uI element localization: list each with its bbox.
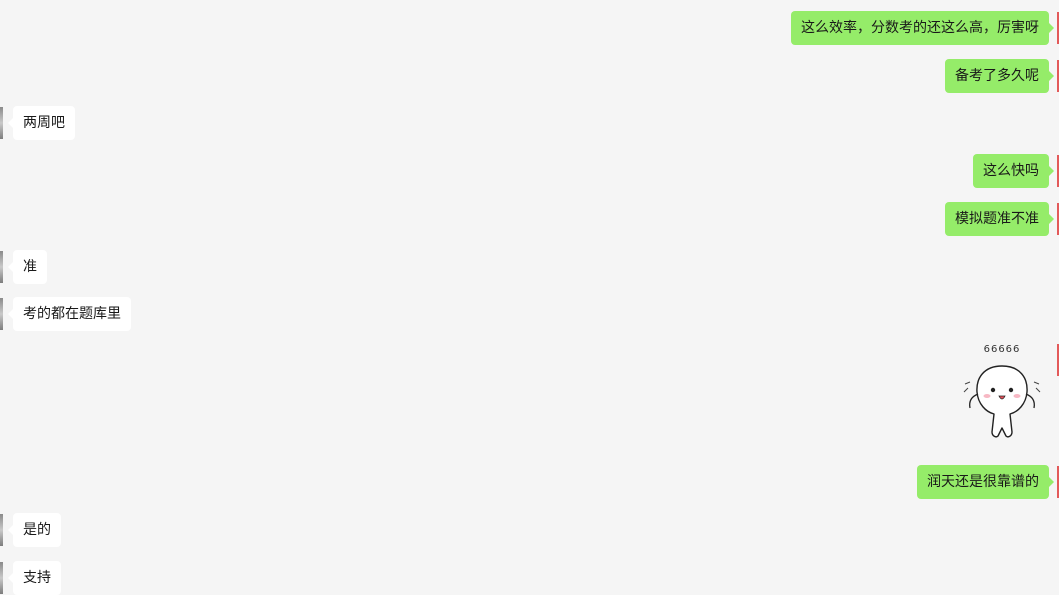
incoming-message-bubble[interactable]: 是的 [8, 513, 61, 547]
outgoing-message-row: 润天还是很靠谱的 [0, 465, 1059, 499]
contact-avatar[interactable] [0, 298, 3, 330]
cute-blob-sticker-icon [963, 365, 1041, 438]
outgoing-message-bubble[interactable]: 备考了多久呢 [945, 59, 1054, 93]
contact-avatar[interactable] [0, 514, 3, 546]
incoming-message-bubble[interactable]: 考的都在题库里 [8, 297, 131, 331]
outgoing-message-bubble[interactable]: 模拟题准不准 [945, 202, 1054, 236]
outgoing-message-bubble[interactable]: 这么快吗 [973, 154, 1054, 188]
incoming-message-bubble[interactable]: 支持 [8, 561, 61, 595]
outgoing-message-row: 模拟题准不准 [0, 202, 1059, 236]
contact-avatar[interactable] [0, 251, 3, 283]
outgoing-message-bubble[interactable]: 润天还是很靠谱的 [917, 465, 1054, 499]
outgoing-message-bubble[interactable]: 这么效率，分数考的还这么高，厉害呀 [791, 11, 1054, 45]
contact-avatar[interactable] [0, 562, 3, 594]
contact-avatar[interactable] [0, 107, 3, 139]
incoming-message-bubble[interactable]: 两周吧 [8, 106, 75, 140]
incoming-message-row: 准 [0, 250, 1059, 284]
incoming-message-row: 支持 [0, 561, 1059, 595]
sticker-caption: 66666 [983, 344, 1021, 355]
outgoing-message-row: 这么效率，分数考的还这么高，厉害呀 [0, 11, 1059, 45]
incoming-message-row: 两周吧 [0, 106, 1059, 140]
outgoing-message-row: 备考了多久呢 [0, 59, 1059, 93]
incoming-message-row: 是的 [0, 513, 1059, 547]
sticker-message[interactable]: 66666 [962, 344, 1059, 448]
incoming-message-bubble[interactable]: 准 [8, 250, 47, 284]
incoming-message-row: 考的都在题库里 [0, 297, 1059, 331]
chat-message-area: 这么效率，分数考的还这么高，厉害呀 备考了多久呢 两周吧 这么快吗 模拟题准不准… [0, 0, 1059, 595]
outgoing-message-row: 这么快吗 [0, 154, 1059, 188]
